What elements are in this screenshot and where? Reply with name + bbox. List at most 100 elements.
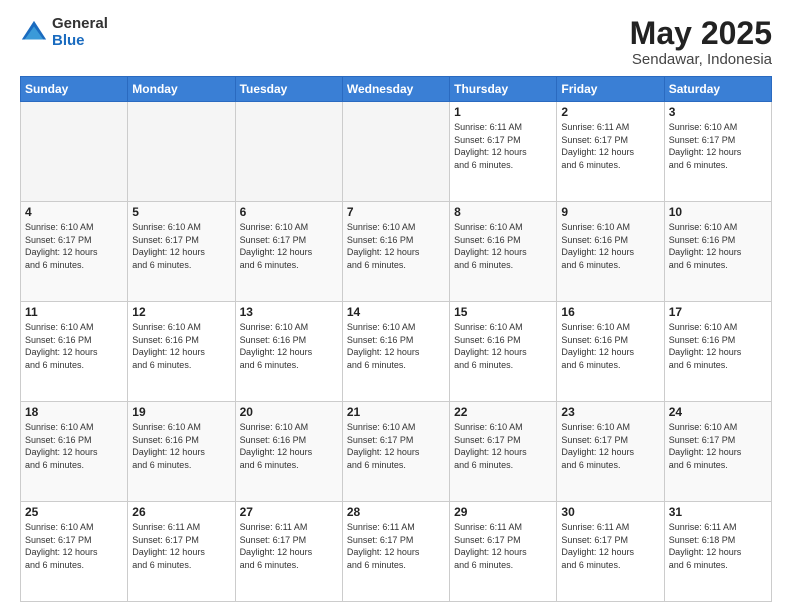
- week-row-4: 18 Sunrise: 6:10 AM Sunset: 6:16 PM Dayli…: [21, 402, 772, 502]
- day-number: 31: [669, 505, 767, 519]
- day-number: 6: [240, 205, 338, 219]
- day-number: 14: [347, 305, 445, 319]
- day-cell: 16Sunrise: 6:10 AM Sunset: 6:16 PM Dayli…: [557, 302, 664, 402]
- day-number: 30: [561, 505, 659, 519]
- day-number: 22: [454, 405, 552, 419]
- day-cell: 7 Sunrise: 6:10 AM Sunset: 6:16 PM Daylig…: [342, 202, 449, 302]
- day-info: Sunrise: 6:11 AM Sunset: 6:17 PM Dayligh…: [454, 521, 552, 571]
- day-number: 10: [669, 205, 767, 219]
- day-info: Sunrise: 6:10 AM Sunset: 6:16 PM Dayligh…: [669, 321, 767, 371]
- day-info: Sunrise: 6:10 AM Sunset: 6:16 PM Dayligh…: [132, 421, 230, 471]
- day-cell: 20 Sunrise: 6:10 AM Sunset: 6:16 PM Dayli…: [235, 402, 342, 502]
- day-cell: 26 Sunrise: 6:11 AM Sunset: 6:17 PM Dayli…: [128, 502, 235, 602]
- day-cell: 29 Sunrise: 6:11 AM Sunset: 6:17 PM Dayli…: [450, 502, 557, 602]
- day-number: 13: [240, 305, 338, 319]
- day-info: Sunrise: 6:11 AM Sunset: 6:17 PM Dayligh…: [347, 521, 445, 571]
- logo-icon: [20, 19, 48, 47]
- day-cell: 6Sunrise: 6:10 AM Sunset: 6:17 PM Daylig…: [235, 202, 342, 302]
- day-number: 17: [669, 305, 767, 319]
- calendar-subtitle: Sendawar, Indonesia: [630, 51, 772, 68]
- day-cell: 23 Sunrise: 6:10 AM Sunset: 6:17 PM Dayli…: [557, 402, 664, 502]
- day-cell: 10Sunrise: 6:10 AM Sunset: 6:16 PM Dayli…: [664, 202, 771, 302]
- day-cell: 2 Sunrise: 6:11 AM Sunset: 6:17 PM Daylig…: [557, 102, 664, 202]
- day-info: Sunrise: 6:11 AM Sunset: 6:17 PM Dayligh…: [561, 121, 659, 171]
- logo-text: General Blue: [52, 16, 108, 49]
- day-cell: [235, 102, 342, 202]
- day-number: 12: [132, 305, 230, 319]
- col-header-monday: Monday: [128, 77, 235, 102]
- week-row-5: 25 Sunrise: 6:10 AM Sunset: 6:17 PM Dayli…: [21, 502, 772, 602]
- day-cell: 4Sunrise: 6:10 AM Sunset: 6:17 PM Daylig…: [21, 202, 128, 302]
- day-number: 11: [25, 305, 123, 319]
- day-cell: 14 Sunrise: 6:10 AM Sunset: 6:16 PM Dayli…: [342, 302, 449, 402]
- day-info: Sunrise: 6:10 AM Sunset: 6:16 PM Dayligh…: [561, 221, 659, 271]
- day-number: 15: [454, 305, 552, 319]
- day-number: 1: [454, 105, 552, 119]
- col-header-sunday: Sunday: [21, 77, 128, 102]
- day-number: 2: [561, 105, 659, 119]
- day-info: Sunrise: 6:11 AM Sunset: 6:17 PM Dayligh…: [454, 121, 552, 171]
- day-info: Sunrise: 6:10 AM Sunset: 6:17 PM Dayligh…: [669, 421, 767, 471]
- day-number: 27: [240, 505, 338, 519]
- day-cell: 21Sunrise: 6:10 AM Sunset: 6:17 PM Dayli…: [342, 402, 449, 502]
- calendar-table: SundayMondayTuesdayWednesdayThursdayFrid…: [20, 76, 772, 602]
- day-cell: 1 Sunrise: 6:11 AM Sunset: 6:17 PM Daylig…: [450, 102, 557, 202]
- logo: General Blue: [20, 16, 108, 49]
- day-info: Sunrise: 6:10 AM Sunset: 6:16 PM Dayligh…: [25, 321, 123, 371]
- header: General Blue May 2025 Sendawar, Indonesi…: [20, 16, 772, 68]
- day-cell: [128, 102, 235, 202]
- day-cell: 30Sunrise: 6:11 AM Sunset: 6:17 PM Dayli…: [557, 502, 664, 602]
- day-number: 20: [240, 405, 338, 419]
- day-cell: 25 Sunrise: 6:10 AM Sunset: 6:17 PM Dayli…: [21, 502, 128, 602]
- day-cell: 13 Sunrise: 6:10 AM Sunset: 6:16 PM Dayli…: [235, 302, 342, 402]
- day-number: 18: [25, 405, 123, 419]
- day-cell: 24Sunrise: 6:10 AM Sunset: 6:17 PM Dayli…: [664, 402, 771, 502]
- logo-blue: Blue: [52, 33, 108, 50]
- day-number: 5: [132, 205, 230, 219]
- day-info: Sunrise: 6:10 AM Sunset: 6:16 PM Dayligh…: [132, 321, 230, 371]
- col-header-friday: Friday: [557, 77, 664, 102]
- day-cell: 8Sunrise: 6:10 AM Sunset: 6:16 PM Daylig…: [450, 202, 557, 302]
- day-cell: 18 Sunrise: 6:10 AM Sunset: 6:16 PM Dayli…: [21, 402, 128, 502]
- day-cell: 31 Sunrise: 6:11 AM Sunset: 6:18 PM Dayli…: [664, 502, 771, 602]
- col-header-saturday: Saturday: [664, 77, 771, 102]
- day-info: Sunrise: 6:10 AM Sunset: 6:16 PM Dayligh…: [454, 321, 552, 371]
- day-info: Sunrise: 6:10 AM Sunset: 6:17 PM Dayligh…: [25, 521, 123, 571]
- day-cell: [21, 102, 128, 202]
- day-cell: 19 Sunrise: 6:10 AM Sunset: 6:16 PM Dayli…: [128, 402, 235, 502]
- day-number: 29: [454, 505, 552, 519]
- day-info: Sunrise: 6:11 AM Sunset: 6:18 PM Dayligh…: [669, 521, 767, 571]
- day-cell: [342, 102, 449, 202]
- day-number: 16: [561, 305, 659, 319]
- day-cell: 27Sunrise: 6:11 AM Sunset: 6:17 PM Dayli…: [235, 502, 342, 602]
- day-number: 19: [132, 405, 230, 419]
- day-cell: 28 Sunrise: 6:11 AM Sunset: 6:17 PM Dayli…: [342, 502, 449, 602]
- day-info: Sunrise: 6:10 AM Sunset: 6:16 PM Dayligh…: [347, 321, 445, 371]
- day-cell: 3Sunrise: 6:10 AM Sunset: 6:17 PM Daylig…: [664, 102, 771, 202]
- col-header-tuesday: Tuesday: [235, 77, 342, 102]
- day-number: 26: [132, 505, 230, 519]
- day-number: 7: [347, 205, 445, 219]
- logo-general: General: [52, 16, 108, 33]
- calendar-title: May 2025: [630, 16, 772, 51]
- col-header-thursday: Thursday: [450, 77, 557, 102]
- day-number: 28: [347, 505, 445, 519]
- day-cell: 5Sunrise: 6:10 AM Sunset: 6:17 PM Daylig…: [128, 202, 235, 302]
- day-cell: 11 Sunrise: 6:10 AM Sunset: 6:16 PM Dayli…: [21, 302, 128, 402]
- day-info: Sunrise: 6:10 AM Sunset: 6:16 PM Dayligh…: [347, 221, 445, 271]
- day-info: Sunrise: 6:10 AM Sunset: 6:16 PM Dayligh…: [240, 321, 338, 371]
- day-cell: 17 Sunrise: 6:10 AM Sunset: 6:16 PM Dayli…: [664, 302, 771, 402]
- day-number: 21: [347, 405, 445, 419]
- day-number: 9: [561, 205, 659, 219]
- day-info: Sunrise: 6:11 AM Sunset: 6:17 PM Dayligh…: [132, 521, 230, 571]
- day-number: 8: [454, 205, 552, 219]
- day-number: 23: [561, 405, 659, 419]
- day-info: Sunrise: 6:10 AM Sunset: 6:16 PM Dayligh…: [25, 421, 123, 471]
- day-number: 25: [25, 505, 123, 519]
- day-cell: 22 Sunrise: 6:10 AM Sunset: 6:17 PM Dayli…: [450, 402, 557, 502]
- day-info: Sunrise: 6:10 AM Sunset: 6:17 PM Dayligh…: [561, 421, 659, 471]
- day-info: Sunrise: 6:10 AM Sunset: 6:17 PM Dayligh…: [454, 421, 552, 471]
- day-info: Sunrise: 6:10 AM Sunset: 6:17 PM Dayligh…: [25, 221, 123, 271]
- day-info: Sunrise: 6:10 AM Sunset: 6:16 PM Dayligh…: [240, 421, 338, 471]
- title-block: May 2025 Sendawar, Indonesia: [630, 16, 772, 68]
